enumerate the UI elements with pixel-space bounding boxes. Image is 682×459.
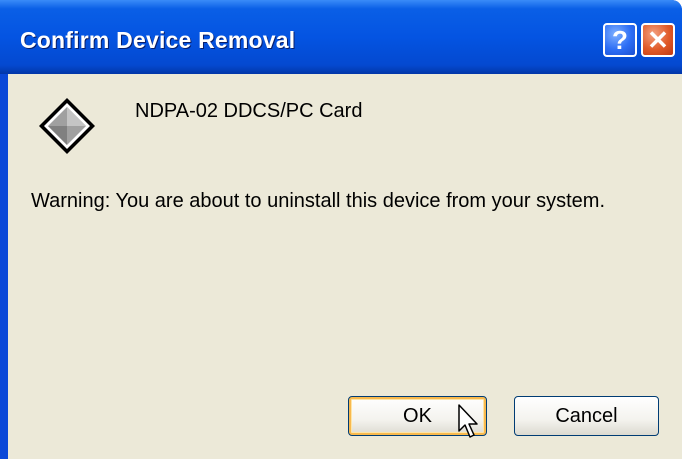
window-title: Confirm Device Removal <box>20 27 296 53</box>
dialog-body: NDPA-02 DDCS/PC Card Warning: You are ab… <box>8 74 682 459</box>
device-name-label: NDPA-02 DDCS/PC Card <box>135 100 363 122</box>
help-button[interactable]: ? <box>603 23 637 57</box>
close-icon: ✕ <box>647 24 669 55</box>
mouse-pointer-icon <box>458 404 478 438</box>
warning-message: Warning: You are about to uninstall this… <box>31 190 605 212</box>
title-bar[interactable]: Confirm Device Removal ? ✕ <box>0 0 682 74</box>
question-mark-icon: ? <box>612 24 628 55</box>
cancel-button[interactable]: Cancel <box>514 396 659 436</box>
close-button[interactable]: ✕ <box>641 23 675 57</box>
confirm-device-removal-dialog: Confirm Device Removal ? ✕ NDPA-02 DDCS/… <box>0 0 682 459</box>
device-diamond-icon <box>39 98 95 154</box>
